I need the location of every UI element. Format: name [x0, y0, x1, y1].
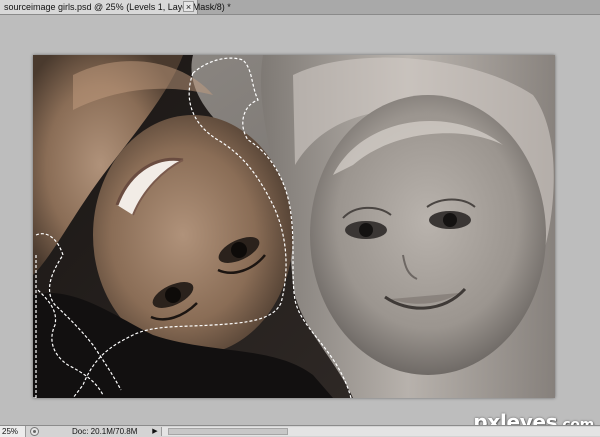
- document-tab[interactable]: sourceimage girls.psd @ 25% (Levels 1, L…: [0, 0, 231, 14]
- zoom-level-field[interactable]: 25%: [0, 426, 26, 437]
- document-canvas[interactable]: [33, 55, 555, 398]
- horizontal-scrollbar[interactable]: [161, 427, 600, 436]
- canvas-image: [33, 55, 555, 398]
- arrow-right-icon[interactable]: ▶: [150, 426, 160, 437]
- status-bar: 25% Doc: 20.1M/70.8M ▶: [0, 425, 600, 437]
- document-tab-bar: sourceimage girls.psd @ 25% (Levels 1, L…: [0, 0, 600, 15]
- canvas-workspace: [0, 15, 600, 425]
- close-icon[interactable]: ×: [183, 1, 194, 12]
- scrollbar-thumb[interactable]: [168, 428, 288, 435]
- document-tab-title: sourceimage girls.psd @ 25% (Levels 1, L…: [4, 2, 231, 12]
- document-size-info: Doc: 20.1M/70.8M: [72, 427, 138, 436]
- status-menu-icon[interactable]: [30, 427, 39, 436]
